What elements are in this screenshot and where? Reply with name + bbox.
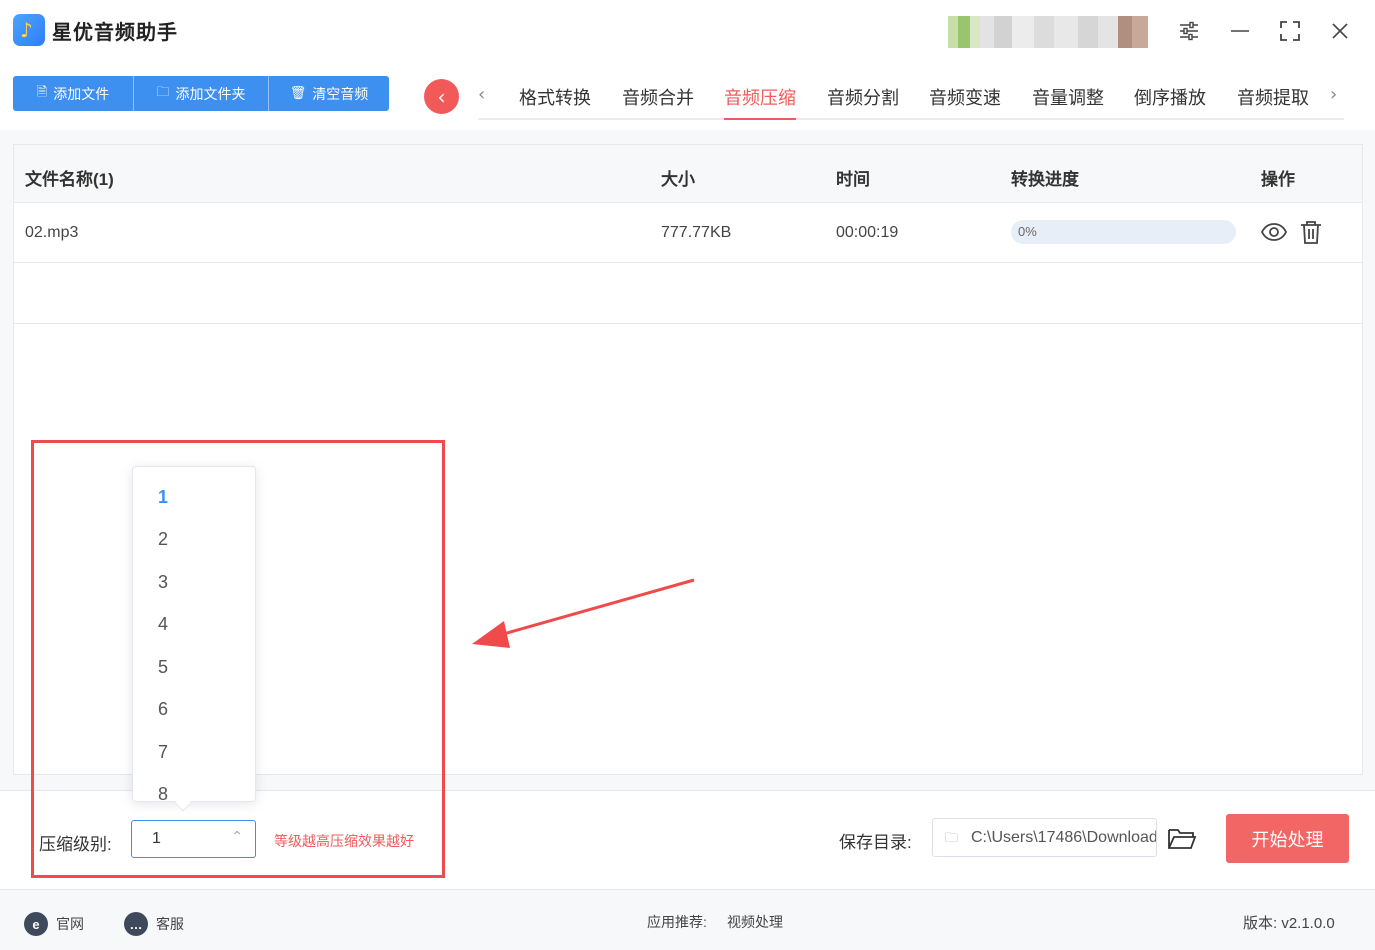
compression-hint: 等级越高压缩效果越好 bbox=[274, 833, 414, 849]
compression-level-label: 压缩级别: bbox=[39, 835, 112, 854]
folder-small-icon: 🗀 bbox=[945, 831, 959, 846]
tab-audio-split[interactable]: 音频分割 bbox=[827, 84, 899, 118]
chevron-up-icon: ⌃ bbox=[231, 829, 243, 845]
trash-icon: 🗑 bbox=[289, 86, 307, 101]
tab-volume-adjust[interactable]: 音量调整 bbox=[1032, 84, 1104, 118]
feature-tabs: ‹ 格式转换 音频合并 音频压缩 音频分割 音频变速 音量调整 倒序播放 音频提… bbox=[478, 78, 1344, 120]
tabs-scroll-right-icon[interactable]: › bbox=[1330, 84, 1337, 105]
user-avatar[interactable] bbox=[948, 16, 1148, 48]
dropdown-option[interactable]: 3 bbox=[158, 572, 168, 593]
footer: e 官网 … 客服 应用推荐: 视频处理 版本: v2.1.0.0 bbox=[0, 889, 1375, 950]
dropdown-option[interactable]: 1 bbox=[158, 487, 168, 508]
chat-bubble-icon: … bbox=[124, 912, 148, 936]
dropdown-option[interactable]: 7 bbox=[158, 742, 168, 763]
empty-row bbox=[14, 263, 1362, 324]
add-file-label: 添加文件 bbox=[53, 85, 110, 102]
app-title: 星优音频助手 bbox=[52, 22, 178, 44]
save-dir-path: C:\Users\17486\Downloads bbox=[971, 829, 1157, 846]
header-progress: 转换进度 bbox=[1011, 170, 1079, 189]
minimize-icon[interactable] bbox=[1223, 14, 1257, 48]
header-action: 操作 bbox=[1261, 170, 1295, 189]
progress-text: 0% bbox=[1018, 224, 1037, 239]
cell-time: 00:00:19 bbox=[836, 224, 899, 241]
settings-bar: 压缩级别: 1 ⌃ 等级越高压缩效果越好 保存目录: 🗀 C:\Users\17… bbox=[0, 790, 1375, 888]
progress-bar: 0% bbox=[1011, 220, 1236, 244]
website-link[interactable]: e 官网 bbox=[24, 912, 84, 936]
title-bar: ♪ 星优音频助手 bbox=[0, 0, 1375, 62]
dropdown-option[interactable]: 6 bbox=[158, 699, 168, 720]
tab-audio-extract[interactable]: 音频提取 bbox=[1237, 84, 1309, 118]
clear-audio-label: 清空音频 bbox=[312, 85, 369, 102]
delete-trash-icon[interactable] bbox=[1297, 218, 1325, 246]
folder-icon: 🗀 bbox=[156, 84, 170, 100]
tab-audio-merge[interactable]: 音频合并 bbox=[622, 84, 694, 118]
header-time: 时间 bbox=[836, 170, 870, 189]
app-logo-icon: ♪ bbox=[13, 14, 45, 46]
settings-sliders-icon[interactable] bbox=[1172, 14, 1206, 48]
browser-e-icon: e bbox=[24, 912, 48, 936]
save-dir-input[interactable]: 🗀 C:\Users\17486\Downloads bbox=[932, 818, 1157, 857]
compression-level-select[interactable]: 1 ⌃ bbox=[131, 820, 256, 858]
cell-file-name: 02.mp3 bbox=[25, 224, 79, 241]
dropdown-option[interactable]: 5 bbox=[158, 657, 168, 678]
start-process-button[interactable]: 开始处理 bbox=[1226, 814, 1349, 863]
maximize-icon[interactable] bbox=[1273, 14, 1307, 48]
tab-format-convert[interactable]: 格式转换 bbox=[519, 84, 591, 118]
recommend-video-link[interactable]: 视频处理 bbox=[727, 912, 783, 932]
website-label: 官网 bbox=[56, 916, 84, 932]
tab-reverse-play[interactable]: 倒序播放 bbox=[1134, 84, 1206, 118]
file-icon: 🗎 bbox=[36, 84, 48, 100]
dropdown-option[interactable]: 2 bbox=[158, 529, 168, 550]
cell-size: 777.77KB bbox=[661, 224, 732, 241]
back-button[interactable]: ‹ bbox=[424, 79, 459, 114]
add-folder-label: 添加文件夹 bbox=[175, 85, 246, 102]
table-header: 文件名称(1) 大小 时间 转换进度 操作 bbox=[14, 145, 1362, 203]
add-folder-button[interactable]: 🗀 添加文件夹 bbox=[134, 76, 269, 111]
close-icon[interactable] bbox=[1323, 14, 1357, 48]
header-file-name: 文件名称(1) bbox=[25, 170, 114, 189]
open-folder-icon[interactable] bbox=[1167, 824, 1197, 852]
clear-audio-button[interactable]: 🗑 清空音频 bbox=[269, 76, 389, 111]
version-text: 版本: v2.1.0.0 bbox=[1243, 915, 1335, 932]
support-label: 客服 bbox=[156, 916, 184, 932]
tabs-scroll-left-icon[interactable]: ‹ bbox=[478, 84, 485, 105]
add-file-button[interactable]: 🗎 添加文件 bbox=[13, 76, 134, 111]
dropdown-option[interactable]: 4 bbox=[158, 614, 168, 635]
file-toolbar: 🗎 添加文件 🗀 添加文件夹 🗑 清空音频 bbox=[13, 76, 389, 111]
table-row[interactable]: 02.mp3 777.77KB 00:00:19 0% bbox=[14, 203, 1362, 263]
header-size: 大小 bbox=[661, 170, 695, 189]
tab-audio-compress[interactable]: 音频压缩 bbox=[724, 84, 796, 120]
compression-level-dropdown: 1 2 3 4 5 6 7 8 bbox=[132, 466, 256, 802]
support-link[interactable]: … 客服 bbox=[124, 912, 184, 936]
save-dir-label: 保存目录: bbox=[839, 833, 912, 852]
tab-audio-speed[interactable]: 音频变速 bbox=[929, 84, 1001, 118]
dropdown-option[interactable]: 8 bbox=[158, 784, 168, 801]
chevron-left-icon: ‹ bbox=[437, 84, 446, 109]
recommend-label: 应用推荐: bbox=[647, 914, 707, 930]
preview-eye-icon[interactable] bbox=[1260, 218, 1288, 246]
compression-level-value: 1 bbox=[152, 830, 161, 847]
